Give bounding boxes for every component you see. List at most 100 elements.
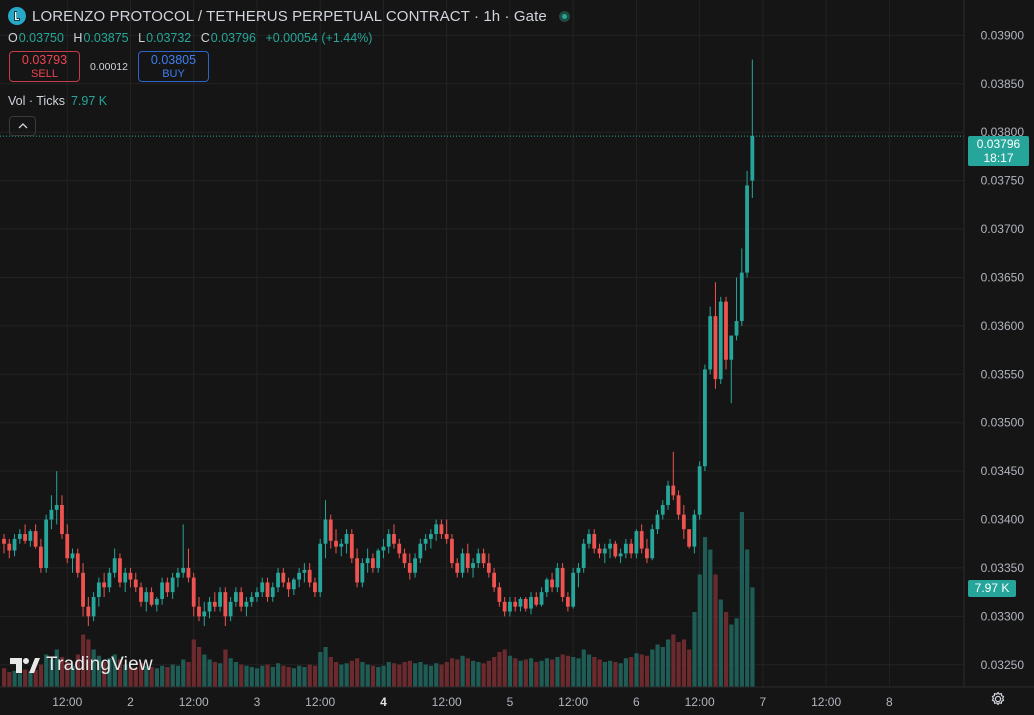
candle-body (291, 579, 296, 590)
candle-body (118, 558, 122, 583)
volume-bar (449, 658, 455, 687)
symbol-title[interactable]: LORENZO PROTOCOL / TETHERUS PERPETUAL CO… (32, 8, 547, 25)
volume-bar (407, 660, 412, 687)
candle-body (12, 538, 17, 551)
price-tick-label: 0.03850 (981, 77, 1025, 91)
candle-body (629, 543, 634, 554)
candle-body (102, 582, 107, 588)
candle-body (660, 504, 665, 515)
buy-price: 0.03805 (150, 52, 197, 67)
candle-body (666, 485, 670, 505)
volume-bar (154, 668, 160, 687)
candle-body (645, 548, 649, 559)
candle-body (513, 601, 518, 607)
volume-legend[interactable]: Vol · Ticks 7.97 K (8, 94, 107, 108)
sell-label: SELL (31, 67, 58, 80)
candle-body (218, 592, 222, 607)
candle-body (428, 534, 433, 539)
sell-button[interactable]: 0.03793 SELL (9, 51, 80, 82)
price-chart[interactable]: 0.03250 0.03300 0.03350 0.03400 0.03450 0.035… (0, 0, 1034, 715)
logo-icon (8, 7, 26, 25)
candle-body (154, 598, 159, 605)
candle-body (713, 316, 718, 380)
volume-bar (2, 668, 7, 687)
bar-countdown: 18:17 (983, 151, 1014, 165)
volume-bar (365, 664, 370, 687)
volume-bar (708, 549, 713, 687)
volume-bar (291, 668, 297, 687)
collapse-legend-button[interactable] (9, 116, 36, 136)
volume-bar (344, 663, 349, 687)
volume-bar (418, 662, 423, 687)
price-axis[interactable]: 0.03250 0.03300 0.03350 0.03400 0.03450 0.035… (981, 28, 1025, 671)
volume-bar (165, 667, 170, 687)
settings-button[interactable] (990, 691, 1006, 712)
candle-body (486, 563, 491, 573)
price-tick-label: 0.03300 (981, 609, 1025, 623)
volume-bar (618, 663, 623, 687)
candle-body (581, 543, 586, 568)
candle-body (65, 534, 70, 559)
price-tick-label: 0.03500 (981, 416, 1025, 430)
volume-bar (218, 663, 223, 687)
candle-body (602, 548, 607, 554)
sell-price: 0.03793 (21, 52, 68, 67)
candle-body (339, 543, 344, 547)
candle-body (734, 321, 739, 336)
open-value: 0.03750 (18, 31, 64, 45)
candle-body (708, 316, 713, 370)
candle-body (502, 601, 507, 612)
candle-body (724, 301, 728, 360)
volume-bar (312, 665, 318, 687)
price-tick-label: 0.03350 (981, 561, 1025, 575)
candle-body (228, 601, 233, 617)
volume-bar (576, 658, 581, 687)
candle-body (328, 519, 333, 541)
volume-bar (581, 649, 586, 687)
volume-bar (244, 665, 249, 687)
candle-body (160, 582, 164, 599)
volume-bar (170, 664, 175, 687)
candle-body (745, 185, 749, 273)
candle-body (418, 543, 423, 559)
candle-body (676, 495, 681, 515)
candle-body (75, 553, 80, 573)
candle-body (165, 582, 170, 593)
candle-body (697, 466, 702, 515)
volume-bar (571, 657, 576, 687)
volume-bar (666, 639, 671, 687)
candle-body (571, 572, 576, 607)
volume-bar (565, 655, 571, 687)
volume-bar (196, 647, 202, 687)
candle-body (212, 601, 217, 607)
candle-body (681, 514, 686, 530)
candle-body (376, 550, 381, 568)
brand-name: TradingView (46, 654, 153, 675)
candle-body (7, 543, 12, 551)
candle-body (687, 529, 691, 547)
candle-body (49, 509, 54, 520)
candle-body (476, 553, 481, 564)
buy-button[interactable]: 0.03805 BUY (138, 51, 209, 82)
volume-bar (534, 662, 539, 687)
candle-body (265, 582, 270, 597)
volume-bar (697, 574, 702, 687)
tradingview-brand[interactable]: TradingView (10, 654, 153, 676)
volume-bar (397, 664, 402, 687)
volume-bar (750, 587, 755, 687)
candle-body (555, 567, 560, 588)
candle-body (139, 587, 143, 602)
open-label: O (8, 31, 18, 45)
candle-body (355, 558, 359, 583)
candle-body (33, 531, 38, 547)
candle-body (23, 534, 27, 541)
volume-bar (402, 662, 407, 687)
candle-body (191, 577, 196, 607)
high-value: 0.03875 (83, 31, 129, 45)
time-axis[interactable]: 12:00 2 12:00 3 12:00 4 12:00 5 12:00 6 12:00 7 12:0… (52, 695, 893, 709)
volume-bar (687, 649, 692, 687)
candle-body (534, 596, 539, 605)
candle-body (592, 534, 597, 549)
volume-bar (729, 624, 734, 687)
candle-body (70, 553, 75, 559)
